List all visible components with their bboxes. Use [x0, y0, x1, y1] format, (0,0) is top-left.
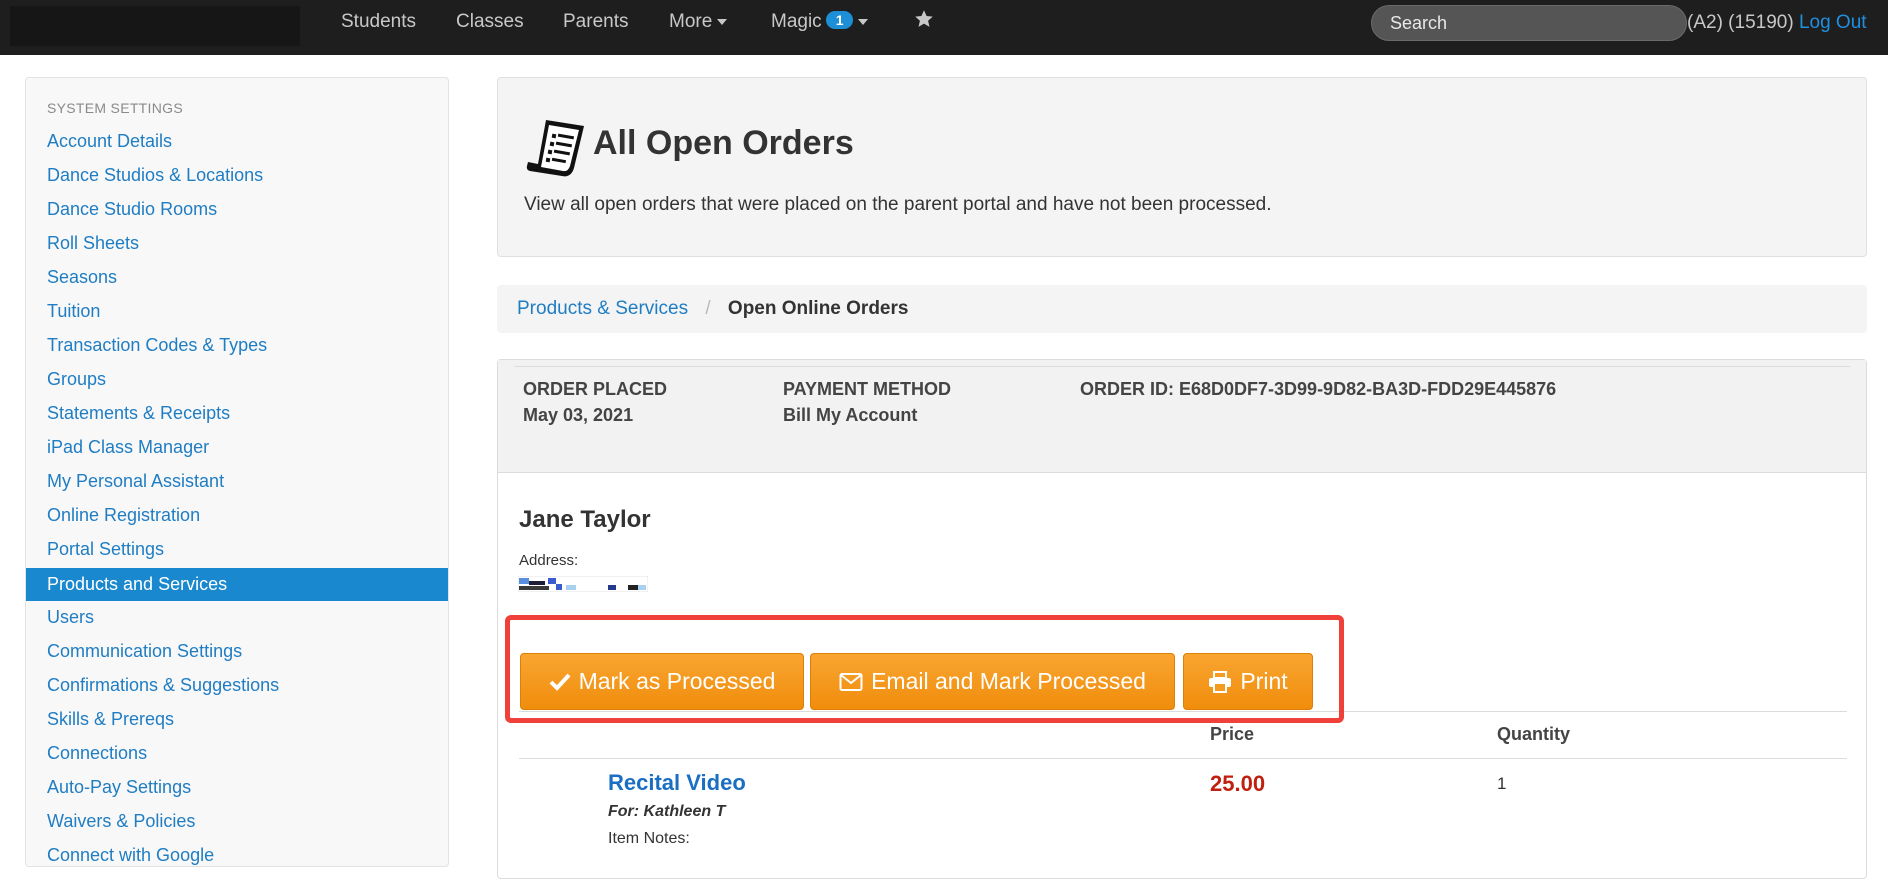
nav-more-dropdown[interactable]: More: [669, 11, 728, 33]
divider: [514, 366, 1850, 367]
check-icon: [549, 672, 571, 692]
order-placed-date: May 03, 2021: [523, 405, 634, 425]
order-panel: ORDER PLACED May 03, 2021 PAYMENT METHOD…: [497, 359, 1867, 879]
page-description: View all open orders that were placed on…: [524, 194, 1272, 215]
nav-classes[interactable]: Classes: [456, 11, 524, 33]
nav-students[interactable]: Students: [341, 11, 416, 33]
order-item-quantity: 1: [1497, 774, 1507, 793]
user-info: (A2) (15190) Log Out: [1687, 12, 1867, 34]
customer-name: Jane Taylor: [519, 506, 651, 533]
sidebar-item-dance-studio-rooms[interactable]: Dance Studio Rooms: [26, 193, 448, 226]
breadcrumb-products-services[interactable]: Products & Services: [517, 298, 688, 319]
chevron-down-icon: [858, 18, 869, 25]
sidebar-item-connect-google[interactable]: Connect with Google: [26, 839, 448, 872]
order-item-price: 25.00: [1210, 771, 1266, 796]
sidebar-item-roll-sheets[interactable]: Roll Sheets: [26, 227, 448, 260]
printer-icon: [1208, 670, 1232, 693]
address-label: Address:: [519, 552, 579, 569]
nav-more-label: More: [669, 11, 713, 32]
brand-logo[interactable]: [10, 6, 300, 46]
mark-as-processed-button[interactable]: Mark as Processed: [520, 653, 804, 710]
settings-sidebar: SYSTEM SETTINGS Account Details Dance St…: [25, 77, 449, 867]
nav-magic-label: Magic: [771, 11, 822, 32]
sidebar-item-seasons[interactable]: Seasons: [26, 261, 448, 294]
order-summary-header: ORDER PLACED May 03, 2021 PAYMENT METHOD…: [498, 360, 1866, 473]
order-item-for: For: Kathleen T: [608, 803, 726, 820]
top-navbar: Students Classes Parents More Magic1 (A2…: [0, 0, 1888, 55]
sidebar-item-communication-settings[interactable]: Communication Settings: [26, 635, 448, 668]
table-header-bottom-divider: [519, 758, 1847, 759]
quantity-column-header: Quantity: [1497, 724, 1571, 744]
user-id-text: (A2) (15190): [1687, 12, 1794, 33]
sidebar-item-skills-prereqs[interactable]: Skills & Prereqs: [26, 703, 448, 736]
sidebar-item-waivers-policies[interactable]: Waivers & Policies: [26, 805, 448, 838]
order-id: ORDER ID: E68D0DF7-3D99-9D82-BA3D-FDD29E…: [1080, 379, 1557, 399]
breadcrumb-current: Open Online Orders: [727, 298, 909, 319]
breadcrumb: Products & Services / Open Online Orders: [497, 285, 1867, 333]
sidebar-item-online-registration[interactable]: Online Registration: [26, 499, 448, 532]
breadcrumb-separator: /: [705, 298, 711, 319]
table-header-top-divider: [519, 711, 1847, 712]
sidebar-item-auto-pay[interactable]: Auto-Pay Settings: [26, 771, 448, 804]
order-item-notes: Item Notes:: [608, 830, 690, 847]
sidebar-item-confirmations-suggestions[interactable]: Confirmations & Suggestions: [26, 669, 448, 702]
chevron-down-icon: [717, 18, 728, 25]
envelope-icon: [839, 672, 863, 692]
mark-as-processed-label: Mark as Processed: [578, 668, 776, 694]
payment-method-value: Bill My Account: [783, 405, 918, 425]
sidebar-item-dance-studios-locations[interactable]: Dance Studios & Locations: [26, 159, 448, 192]
sidebar-item-ipad-class-manager[interactable]: iPad Class Manager: [26, 431, 448, 464]
sidebar-item-connections[interactable]: Connections: [26, 737, 448, 770]
sidebar-item-tuition[interactable]: Tuition: [26, 295, 448, 328]
page-header: All Open Orders View all open orders tha…: [497, 77, 1867, 257]
sidebar-item-personal-assistant[interactable]: My Personal Assistant: [26, 465, 448, 498]
email-and-mark-processed-button[interactable]: Email and Mark Processed: [810, 653, 1175, 710]
order-item-name[interactable]: Recital Video: [608, 770, 746, 796]
favorites-star-icon[interactable]: [914, 9, 934, 35]
sidebar-item-products-services[interactable]: Products and Services: [26, 568, 448, 601]
sidebar-item-portal-settings[interactable]: Portal Settings: [26, 533, 448, 566]
redacted-address: [517, 575, 649, 593]
nav-parents[interactable]: Parents: [563, 11, 628, 33]
payment-method-label: PAYMENT METHOD: [783, 379, 952, 399]
logout-link[interactable]: Log Out: [1799, 12, 1867, 33]
sidebar-item-transaction-codes[interactable]: Transaction Codes & Types: [26, 329, 448, 362]
email-and-mark-processed-label: Email and Mark Processed: [871, 668, 1146, 694]
price-column-header: Price: [1210, 724, 1255, 744]
sidebar-item-groups[interactable]: Groups: [26, 363, 448, 396]
sidebar-item-account-details[interactable]: Account Details: [26, 125, 448, 158]
nav-magic-dropdown[interactable]: Magic 1: [771, 11, 869, 33]
sidebar-item-users[interactable]: Users: [26, 601, 448, 634]
print-label: Print: [1240, 668, 1288, 694]
magic-count-badge: 1: [825, 11, 854, 29]
order-document-icon: [524, 116, 588, 185]
page-title: All Open Orders: [593, 124, 854, 162]
order-placed-label: ORDER PLACED: [523, 379, 668, 399]
print-button[interactable]: Print: [1183, 653, 1313, 710]
search-input[interactable]: [1371, 5, 1687, 41]
sidebar-header: SYSTEM SETTINGS: [47, 100, 183, 116]
sidebar-item-statements-receipts[interactable]: Statements & Receipts: [26, 397, 448, 430]
